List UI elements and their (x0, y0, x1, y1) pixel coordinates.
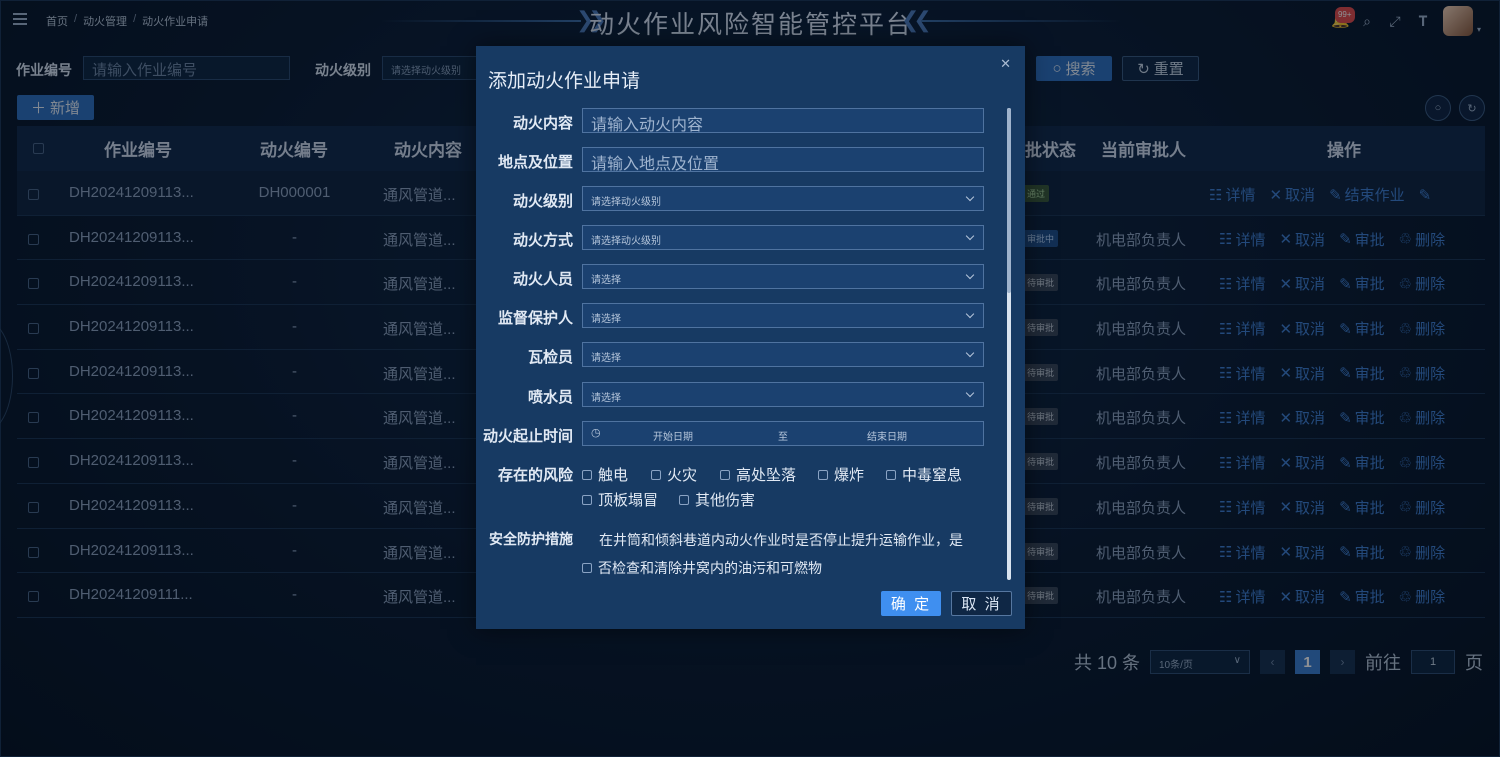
start-date-input[interactable]: 开始日期 (653, 428, 693, 443)
safety-measures-label: 安全防护措施 (489, 531, 573, 547)
method-label: 动火方式 (512, 232, 573, 249)
checkbox (720, 469, 730, 480)
risk-checkbox-poisoning[interactable]: 中毒窒息 (886, 464, 962, 485)
gas-checker-select[interactable]: 请选择 (582, 342, 984, 367)
risk-checkbox-roof-collapse[interactable]: 顶板塌冒 (582, 489, 658, 510)
risk-option-label: 火灾 (667, 467, 698, 484)
guardian-select[interactable]: 请选择 (582, 303, 984, 328)
risk-option-label: 顶板塌冒 (598, 492, 659, 509)
personnel-label: 动火人员 (512, 271, 573, 288)
method-select-placeholder: 请选择动火级别 (591, 236, 661, 247)
safety-measure-text-line1: 在井筒和倾斜巷道内动火作业时是否停止提升运输作业，是 (599, 532, 963, 548)
sprinkler-select-placeholder: 请选择 (591, 393, 621, 404)
risk-checkbox-electric-shock[interactable]: 触电 (582, 464, 628, 485)
chevron-down-icon (965, 348, 975, 358)
guardian-label: 监督保护人 (497, 310, 573, 327)
content-input[interactable]: 请输入动火内容 (582, 108, 984, 134)
date-range-picker[interactable]: ◷ 开始日期 至 结束日期 (582, 421, 984, 446)
level-select[interactable]: 请选择动火级别 (582, 186, 984, 211)
chevron-down-icon (965, 192, 975, 202)
sprinkler-select[interactable]: 请选择 (582, 382, 984, 407)
cancel-button[interactable]: 取 消 (951, 591, 1012, 616)
risk-option-label: 触电 (598, 467, 629, 484)
time-label: 动火起止时间 (482, 428, 573, 445)
risk-option-label: 其他伤害 (695, 492, 756, 509)
risk-checkbox-explosion[interactable]: 爆炸 (818, 464, 864, 485)
risk-option-label: 高处坠落 (736, 467, 797, 484)
chevron-down-icon (965, 270, 975, 280)
clock-icon: ◷ (591, 427, 601, 439)
risk-checkbox-other-injury[interactable]: 其他伤害 (679, 489, 755, 510)
location-label: 地点及位置 (497, 154, 573, 171)
method-select[interactable]: 请选择动火级别 (582, 225, 984, 250)
risk-checkbox-fire[interactable]: 火灾 (651, 464, 697, 485)
safety-measure-text-line2: 否检查和清除井窝内的油污和可燃物 (598, 560, 822, 576)
gas-checker-select-placeholder: 请选择 (591, 353, 621, 364)
content-label: 动火内容 (512, 115, 573, 132)
sprinkler-label: 喷水员 (527, 389, 573, 406)
personnel-select-placeholder: 请选择 (591, 275, 621, 286)
checkbox (582, 563, 592, 573)
checkbox (582, 494, 592, 505)
risk-option-label: 爆炸 (834, 467, 865, 484)
dialog-scroll-thumb[interactable] (1007, 108, 1011, 293)
gas-checker-label: 瓦检员 (527, 349, 573, 366)
chevron-down-icon (965, 309, 975, 319)
safety-measure-checkbox[interactable]: 否检查和清除井窝内的油污和可燃物 (582, 558, 822, 578)
confirm-button[interactable]: 确 定 (881, 591, 941, 616)
checkbox (886, 469, 896, 480)
risk-option-label: 中毒窒息 (902, 467, 963, 484)
checkbox (582, 469, 592, 480)
personnel-select[interactable]: 请选择 (582, 264, 984, 289)
chevron-down-icon (965, 388, 975, 398)
add-fire-work-dialog: 添加动火作业申请 ✕ 动火内容 请输入动火内容 地点及位置 请输入地点及位置 动… (476, 46, 1025, 629)
close-icon[interactable]: ✕ (1000, 56, 1011, 72)
dialog-title: 添加动火作业申请 (488, 71, 641, 92)
risk-checkbox-fall[interactable]: 高处坠落 (720, 464, 796, 485)
checkbox (651, 469, 661, 480)
checkbox (679, 494, 689, 505)
checkbox (818, 469, 828, 480)
location-input[interactable]: 请输入地点及位置 (582, 147, 984, 173)
chevron-down-icon (965, 231, 975, 241)
risk-label: 存在的风险 (497, 467, 573, 484)
level-select-placeholder: 请选择动火级别 (591, 197, 661, 208)
guardian-select-placeholder: 请选择 (591, 314, 621, 325)
date-range-separator: 至 (778, 432, 788, 443)
end-date-input[interactable]: 结束日期 (867, 428, 907, 443)
level-label: 动火级别 (512, 193, 573, 210)
